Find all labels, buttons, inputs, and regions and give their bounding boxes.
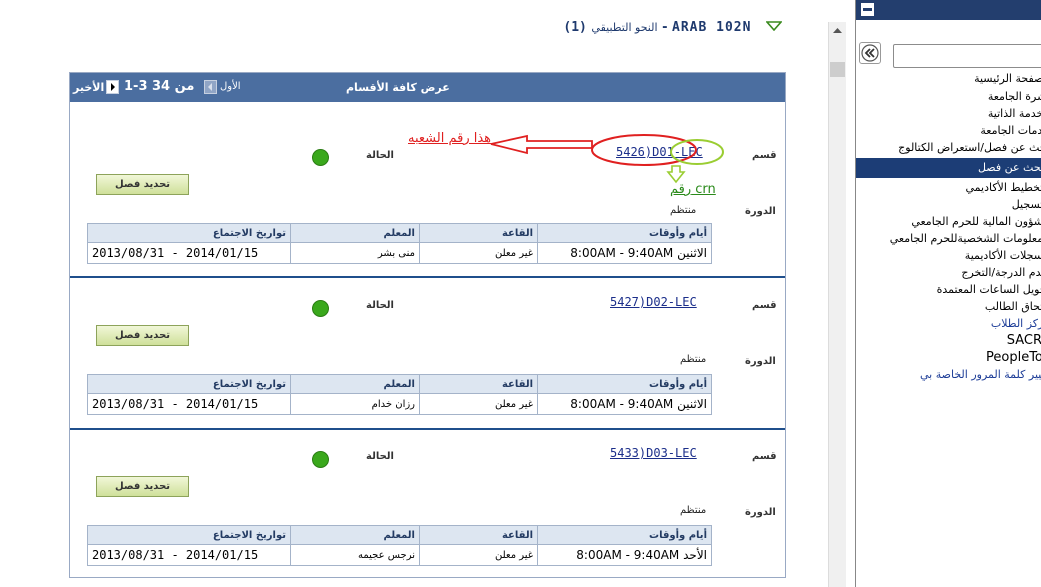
- menu-search-input[interactable]: [893, 44, 1041, 68]
- menu-item-self-service[interactable]: الخدمة الذاتية: [856, 105, 1041, 122]
- menu-item-student-admissions[interactable]: التحاق الطالب: [856, 298, 1041, 315]
- red-arrow-annotation: [490, 134, 593, 155]
- green-circle-annotation: [670, 139, 724, 165]
- menu-item-academic-records[interactable]: السجلات الأكاديمية: [856, 247, 1041, 264]
- section-number-annotation: هذا رقم الشعبه: [408, 131, 492, 146]
- menu-item-home[interactable]: الصفحة الرئيسية: [856, 70, 1041, 87]
- side-menu: الصفحة الرئيسية نشرة الجامعة الخدمة الذا…: [855, 0, 1041, 587]
- menu-item-peopletools[interactable]: PeopleTools: [856, 349, 1041, 366]
- menu-item-campus-personal-info[interactable]: المعلومات الشخصيةللحرم الجامعي: [856, 230, 1041, 247]
- vertical-scrollbar[interactable]: [828, 22, 846, 587]
- scroll-up-arrow-icon[interactable]: [829, 22, 846, 39]
- menu-item-academic-planning[interactable]: التخطيط الأكاديمي: [856, 179, 1041, 196]
- menu-item-transfer-credit[interactable]: تحويل الساعات المعتمدة: [856, 281, 1041, 298]
- double-chevron-left-icon[interactable]: [859, 42, 881, 64]
- menu-item-change-password[interactable]: تغيير كلمة المرور الخاصة بي: [856, 366, 1041, 383]
- menu-item-university-services[interactable]: خدمات الجامعة: [856, 122, 1041, 139]
- menu-item-bulletin[interactable]: نشرة الجامعة: [856, 88, 1041, 105]
- menu-item-sacr[interactable]: SACR: [856, 332, 1041, 349]
- menu-item-class-search-catalog[interactable]: بحث عن فصل/استعراض الكتالوج: [856, 139, 1041, 156]
- menu-item-enrollment[interactable]: التسجيل: [856, 196, 1041, 213]
- collapse-menu-icon[interactable]: [861, 3, 874, 16]
- menu-item-student-center[interactable]: مركز الطلاب: [856, 315, 1041, 332]
- scrollbar-thumb[interactable]: [830, 62, 845, 77]
- crn-annotation: رقم crn: [670, 182, 716, 197]
- green-arrow-annotation: [666, 165, 686, 184]
- side-menu-header: [856, 0, 1041, 20]
- menu-item-campus-finances[interactable]: الشؤون المالية للحرم الجامعي: [856, 213, 1041, 230]
- menu-item-degree-progress[interactable]: تقدم الدرجة/التخرج: [856, 264, 1041, 281]
- menu-item-class-search[interactable]: بحث عن فصل: [856, 158, 1041, 178]
